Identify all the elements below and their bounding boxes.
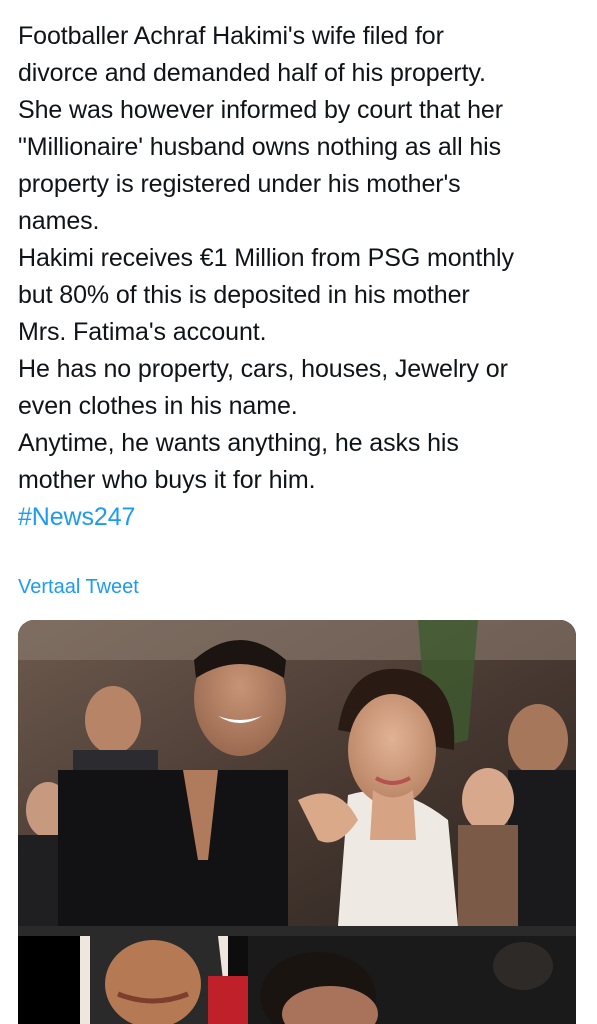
tweet-line: Hakimi receives €1 Million from PSG mont… <box>18 244 514 272</box>
tweet-line: but 80% of this is deposited in his moth… <box>18 281 470 309</box>
tweet-line: She was however informed by court that h… <box>18 96 503 124</box>
tweet-line: property is registered under his mother'… <box>18 170 461 198</box>
tweet-line: "Millionaire' husband owns nothing as al… <box>18 133 502 161</box>
photo-divider <box>18 926 576 936</box>
tweet-line: names. <box>18 207 100 235</box>
tweet-line: even clothes in his name. <box>18 392 298 420</box>
woman-photo[interactable] <box>18 936 576 1024</box>
couple-photo[interactable] <box>18 620 576 926</box>
tweet-line: divorce and demanded half of his propert… <box>18 59 486 87</box>
tweet-line: mother who buys it for him. <box>18 466 316 494</box>
tweet-line: Footballer Achraf Hakimi's wife filed fo… <box>18 22 444 50</box>
translate-tweet-link[interactable]: Vertaal Tweet <box>18 576 139 599</box>
tweet-text: Footballer Achraf Hakimi's wife filed fo… <box>18 18 588 536</box>
tweet-line: Anytime, he wants anything, he asks his <box>18 429 459 457</box>
tweet-media[interactable] <box>18 620 576 1024</box>
tweet-line: Mrs. Fatima's account. <box>18 318 267 346</box>
hashtag-link[interactable]: #News247 <box>18 499 588 536</box>
tweet-line: He has no property, cars, houses, Jewelr… <box>18 355 508 383</box>
